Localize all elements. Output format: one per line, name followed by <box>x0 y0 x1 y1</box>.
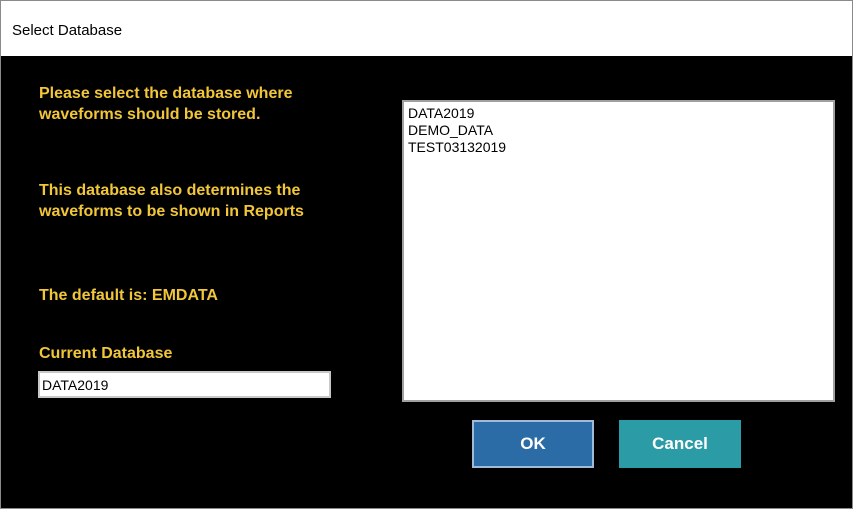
ok-button[interactable]: OK <box>472 420 594 468</box>
instruction-text: Please select the database where wavefor… <box>39 85 293 123</box>
list-item-database[interactable]: DATA2019 <box>408 105 833 122</box>
title-bar[interactable]: Select Database <box>1 1 852 56</box>
current-database-label: Current Database <box>39 345 173 362</box>
current-database-field[interactable] <box>38 371 331 398</box>
cancel-button[interactable]: Cancel <box>619 420 741 468</box>
list-item-database[interactable]: TEST03132019 <box>408 139 833 156</box>
reports-note-text: This database also determines the wavefo… <box>39 182 304 220</box>
default-database-text: The default is: EMDATA <box>39 287 218 304</box>
window-title: Select Database <box>12 22 123 39</box>
select-database-dialog: Select Database Please select the databa… <box>0 0 853 509</box>
list-item-database[interactable]: DEMO_DATA <box>408 122 833 139</box>
dialog-body: Please select the database where wavefor… <box>1 56 852 508</box>
database-listbox[interactable]: DATA2019 DEMO_DATA TEST03132019 <box>402 100 835 402</box>
